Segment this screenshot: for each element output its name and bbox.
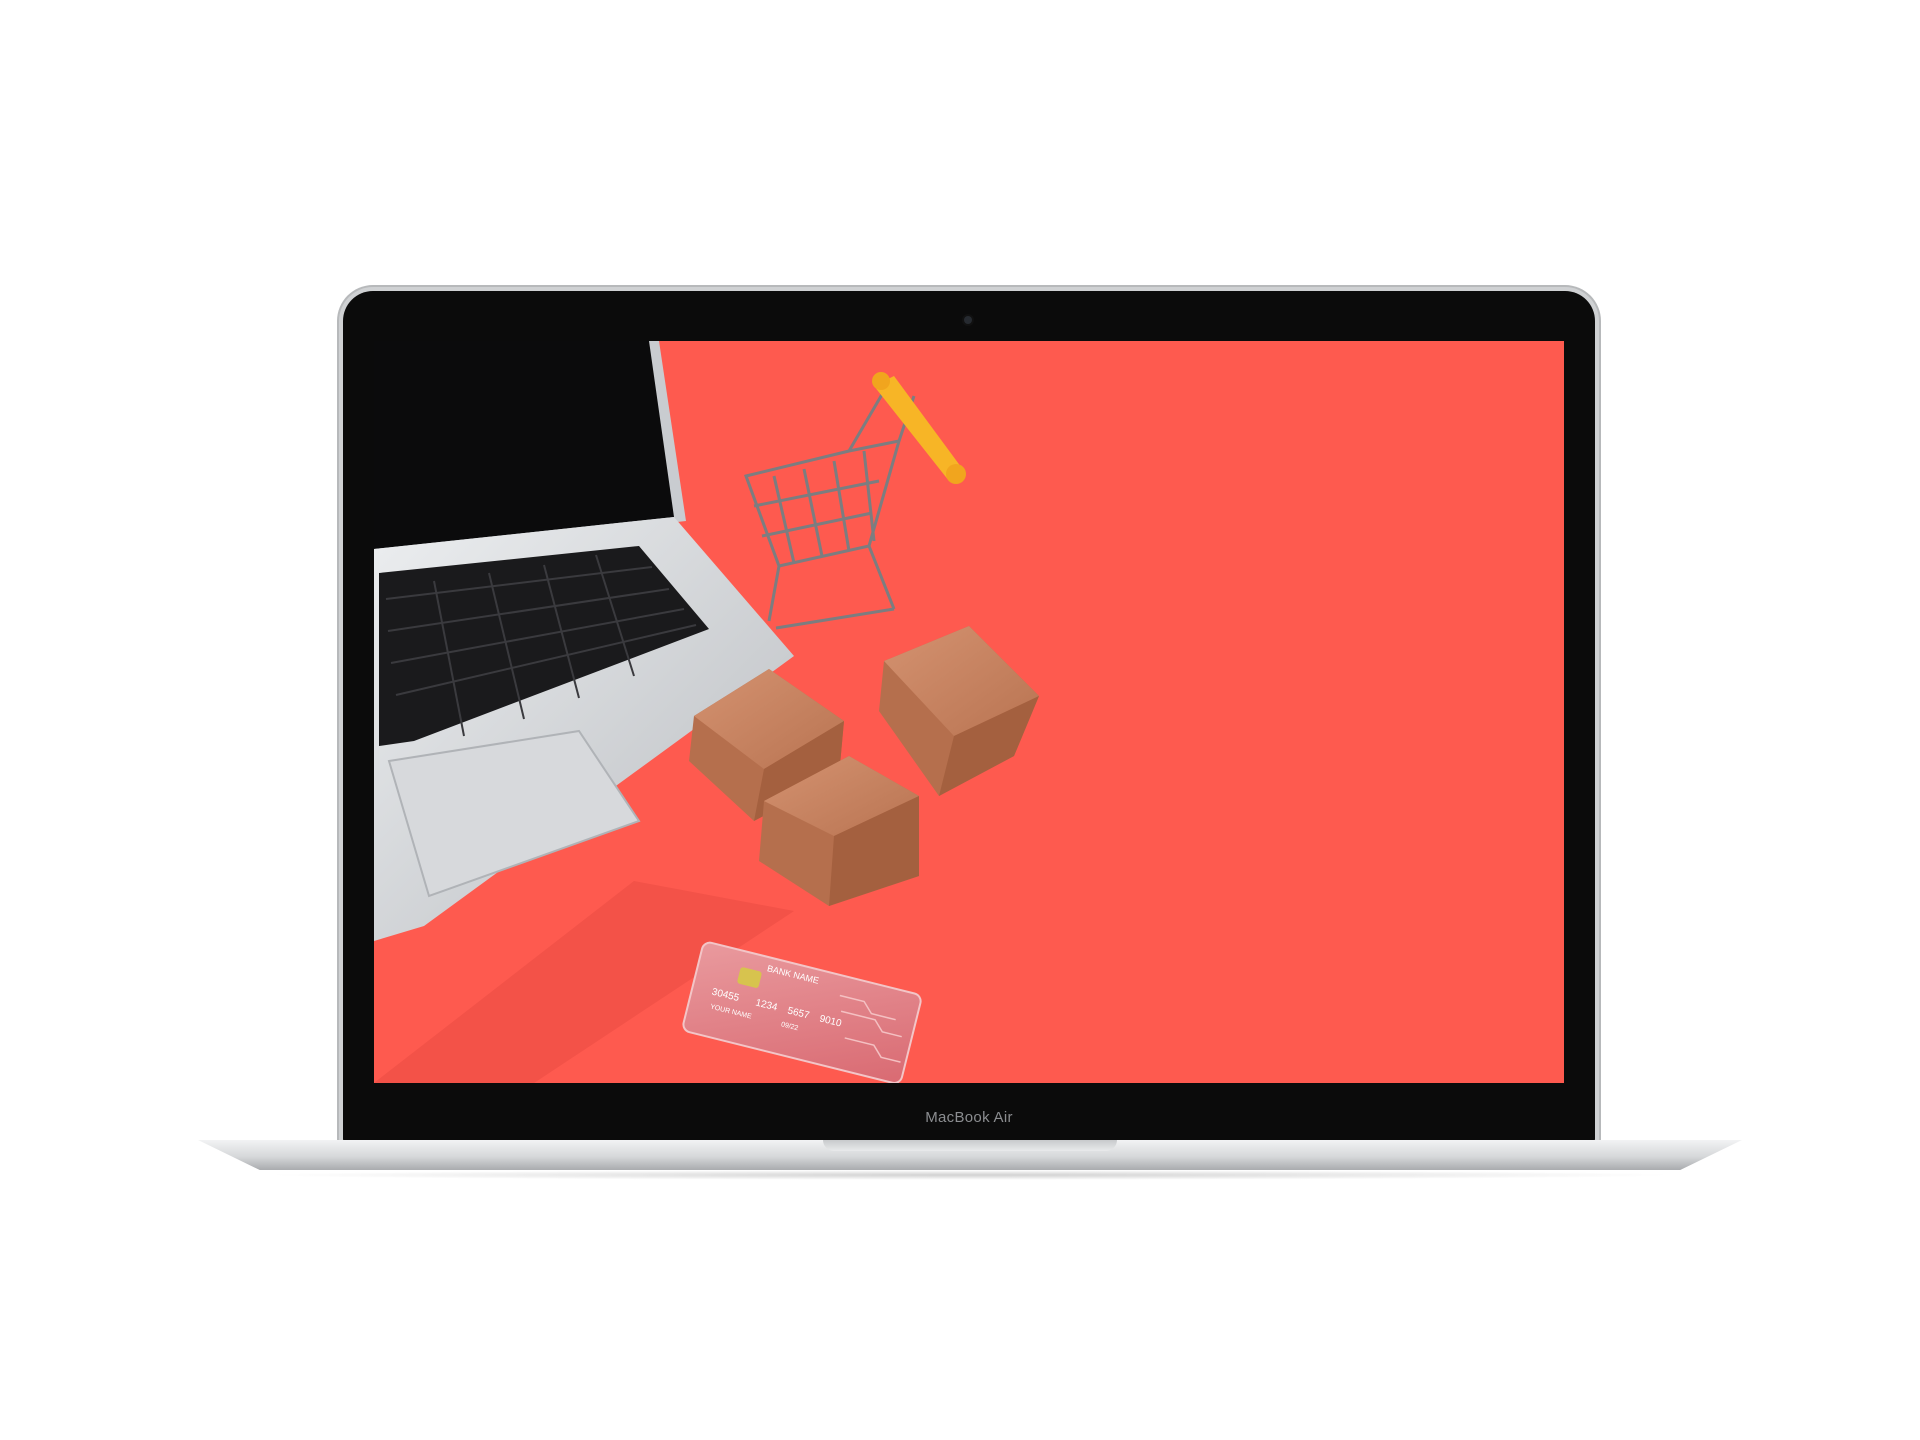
device-brand-label: MacBook Air <box>925 1109 1013 1126</box>
shopping-cart <box>744 390 916 630</box>
cart-handle <box>874 376 964 481</box>
photo-laptop <box>374 341 794 941</box>
credit-card: BANK NAME 30455 1234 5657 9010 YOUR NAME… <box>682 941 922 1083</box>
shopping-scene-illustration: BANK NAME 30455 1234 5657 9010 YOUR NAME… <box>374 341 1039 1083</box>
laptop-lid: BANK NAME 30455 1234 5657 9010 YOUR NAME… <box>343 291 1595 1143</box>
laptop-shadow <box>260 1170 1680 1180</box>
screen-wallpaper: BANK NAME 30455 1234 5657 9010 YOUR NAME… <box>374 341 1564 1083</box>
cardboard-box <box>879 626 1039 796</box>
webcam-icon <box>964 316 972 324</box>
lid-opening-notch <box>823 1140 1117 1151</box>
